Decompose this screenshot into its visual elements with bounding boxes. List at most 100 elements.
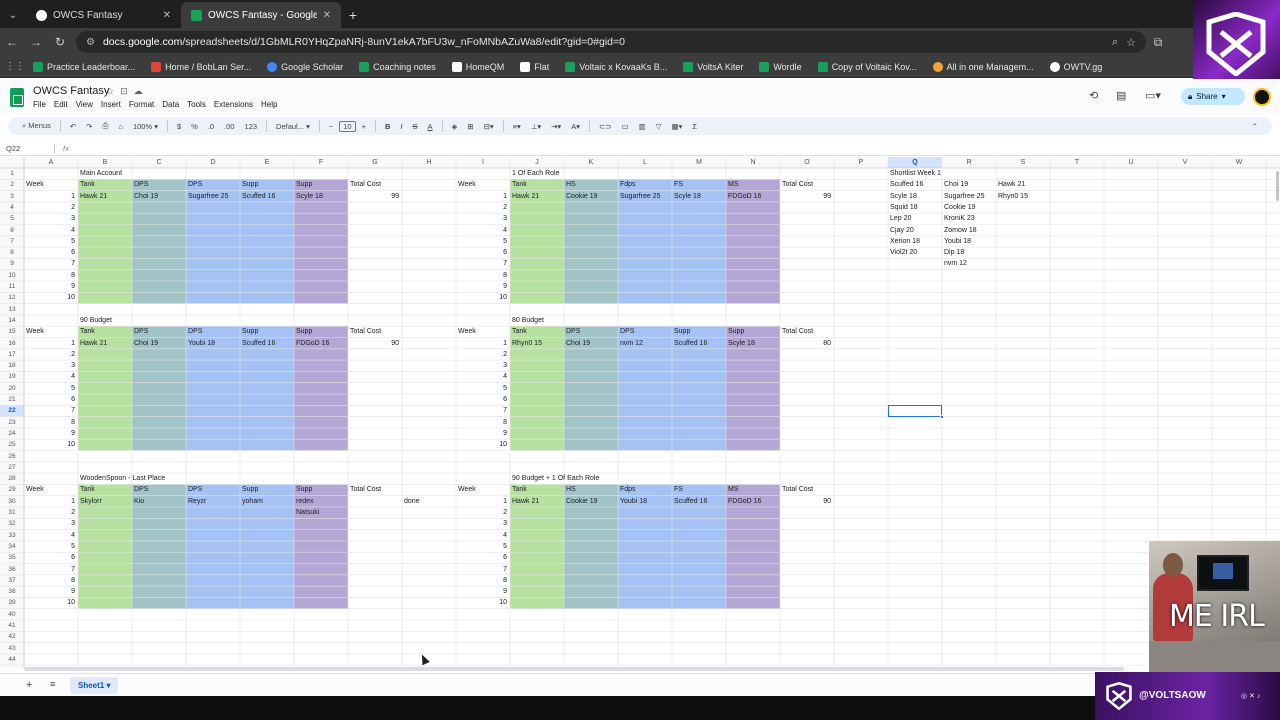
row-header[interactable]: 27	[0, 462, 24, 473]
column-header[interactable]: L	[618, 157, 672, 168]
filter-views-icon[interactable]: ▦▾	[668, 122, 687, 131]
new-tab-button[interactable]: +	[341, 2, 365, 28]
row-header[interactable]: 19	[0, 371, 24, 382]
column-header[interactable]: G	[348, 157, 402, 168]
bookmark-item[interactable]: Flat	[513, 57, 556, 77]
menu-tools[interactable]: Tools	[187, 100, 206, 109]
row-header[interactable]: 40	[0, 609, 24, 620]
column-header[interactable]: R	[942, 157, 996, 168]
selected-cell[interactable]	[888, 405, 942, 417]
menu-view[interactable]: View	[76, 100, 93, 109]
print-icon[interactable]: ⎙	[98, 121, 112, 131]
zoom-icon[interactable]: ⌕	[1112, 36, 1118, 49]
row-header[interactable]: 7	[0, 236, 24, 247]
bold-icon[interactable]: B	[381, 122, 394, 131]
fill-handle[interactable]	[940, 414, 944, 419]
star-icon[interactable]: ☆	[1126, 36, 1136, 49]
merge-icon[interactable]: ⊟▾	[480, 122, 498, 131]
rotate-icon[interactable]: A▾	[567, 122, 584, 131]
comments-icon[interactable]: ▤	[1116, 89, 1126, 102]
chevron-down-icon[interactable]: ▾	[1222, 92, 1226, 101]
tab-owcs-fantasy[interactable]: OWCS Fantasy ✕	[26, 2, 181, 28]
row-header[interactable]: 21	[0, 394, 24, 405]
menu-edit[interactable]: Edit	[54, 100, 68, 109]
search-menus[interactable]: ⌕ Menus	[18, 121, 55, 131]
row-header[interactable]: 20	[0, 383, 24, 394]
vertical-scrollbar[interactable]	[1276, 171, 1279, 201]
column-header[interactable]: O	[780, 157, 834, 168]
bookmark-item[interactable]: Practice Leaderboar...	[26, 57, 142, 77]
address-bar[interactable]: ⚙ docs.google.com/spreadsheets/d/1GbMLR0…	[76, 31, 1146, 53]
menu-insert[interactable]: Insert	[101, 100, 121, 109]
row-header[interactable]: 15	[0, 326, 24, 337]
font-size-input[interactable]: 10	[339, 120, 356, 132]
close-icon[interactable]: ✕	[323, 10, 331, 21]
column-header[interactable]: T	[1050, 157, 1104, 168]
bookmark-item[interactable]: All in one Managem...	[926, 57, 1041, 77]
row-header[interactable]: 9	[0, 258, 24, 269]
row-header[interactable]: 12	[0, 292, 24, 303]
sheets-logo-icon[interactable]	[10, 88, 24, 107]
column-header[interactable]: K	[564, 157, 618, 168]
row-header[interactable]: 33	[0, 530, 24, 541]
percent-button[interactable]: %	[187, 122, 202, 131]
menu-data[interactable]: Data	[162, 100, 179, 109]
comment-icon[interactable]: ▭	[618, 122, 633, 131]
column-header[interactable]: S	[996, 157, 1050, 168]
row-header[interactable]: 6	[0, 225, 24, 236]
row-header[interactable]: 1	[0, 168, 24, 179]
star-icon[interactable]: ☆	[106, 86, 120, 96]
tab-google-sheets[interactable]: OWCS Fantasy - Google Sheets ✕	[181, 2, 341, 28]
borders-icon[interactable]: ⊞	[463, 122, 477, 131]
decrease-decimal-button[interactable]: .0	[204, 122, 218, 131]
column-header[interactable]: A	[24, 157, 78, 168]
font-size-increase-icon[interactable]: +	[358, 122, 370, 131]
currency-button[interactable]: $	[173, 122, 185, 131]
column-header[interactable]: P	[834, 157, 888, 168]
menu-file[interactable]: File	[33, 100, 46, 109]
add-sheet-icon[interactable]: +	[26, 679, 32, 691]
bookmark-item[interactable]: Copy of Voltaic Kov...	[811, 57, 924, 77]
avatar[interactable]	[1253, 88, 1271, 106]
align-icon[interactable]: ≡▾	[509, 122, 525, 131]
row-header[interactable]: 44	[0, 654, 24, 665]
menu-extensions[interactable]: Extensions	[214, 100, 253, 109]
chart-icon[interactable]: ▥	[635, 122, 650, 131]
move-icon[interactable]: ⊡	[120, 86, 134, 96]
row-header[interactable]: 3	[0, 191, 24, 202]
valign-icon[interactable]: ⊥▾	[527, 122, 545, 131]
bookmark-item[interactable]: Voltaic x KovaaKs B...	[558, 57, 674, 77]
column-header[interactable]: U	[1104, 157, 1158, 168]
column-header[interactable]: I	[456, 157, 510, 168]
row-header[interactable]: 4	[0, 202, 24, 213]
row-header[interactable]: 5	[0, 213, 24, 224]
menu-format[interactable]: Format	[129, 100, 154, 109]
row-header[interactable]: 22	[0, 405, 24, 416]
row-header[interactable]: 30	[0, 496, 24, 507]
document-title[interactable]: OWCS Fantasy	[33, 85, 109, 97]
column-header[interactable]: B	[78, 157, 132, 168]
horizontal-scrollbar[interactable]	[24, 667, 1124, 671]
increase-decimal-button[interactable]: .00	[220, 122, 238, 131]
sheet-tab[interactable]: Sheet1 ▾	[70, 677, 119, 694]
column-header[interactable]: M	[672, 157, 726, 168]
forward-icon[interactable]: →	[24, 30, 48, 54]
reload-icon[interactable]: ↻	[48, 30, 72, 54]
paint-format-icon[interactable]: ⌂	[114, 122, 127, 131]
back-icon[interactable]: ←	[0, 30, 24, 54]
row-header[interactable]: 8	[0, 247, 24, 258]
site-info-icon[interactable]: ⚙	[86, 37, 95, 48]
column-header[interactable]: F	[294, 157, 348, 168]
bookmark-item[interactable]: Coaching notes	[352, 57, 443, 77]
row-header[interactable]: 26	[0, 451, 24, 462]
extensions-icon[interactable]: ⧉	[1146, 30, 1170, 54]
bookmark-item[interactable]: Home / BobLan Ser...	[144, 57, 258, 77]
more-formats-button[interactable]: 123	[241, 122, 262, 131]
italic-icon[interactable]: I	[396, 122, 406, 131]
row-header[interactable]: 39	[0, 597, 24, 608]
filter-icon[interactable]: ▽	[652, 122, 666, 131]
bookmark-item[interactable]: Wordle	[752, 57, 808, 77]
row-header[interactable]: 32	[0, 518, 24, 529]
row-header[interactable]: 42	[0, 631, 24, 642]
column-header[interactable]: H	[402, 157, 456, 168]
